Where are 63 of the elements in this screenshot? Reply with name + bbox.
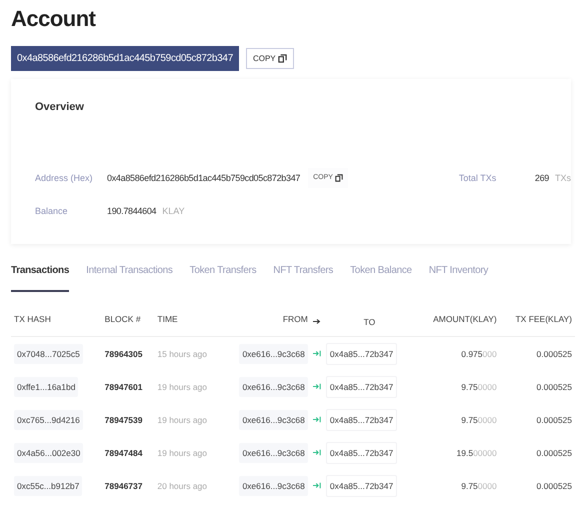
copy-icon [334, 174, 343, 182]
balance-value: 190.7844604 [107, 206, 156, 216]
to-address-link[interactable]: 0x4a85...72b347 [326, 342, 398, 364]
column-header: TO [322, 307, 416, 336]
column-header: FROM [221, 307, 311, 336]
table-cell-text: 0.000525 [536, 446, 573, 460]
table-cell-text: 19 hours ago [156, 380, 208, 394]
tx-hash-link[interactable]: 0xc765...9d4216 [14, 410, 83, 430]
column-header: TX HASH [11, 307, 102, 336]
column-header: AMOUNT(KLAY) [416, 307, 500, 336]
tx-hash-link[interactable]: 0xc55c...b912b7 [14, 476, 82, 496]
tx-hash-link[interactable]: 0x4a56...002e30 [14, 442, 84, 462]
balance-label: Balance [35, 206, 69, 216]
from-address-link[interactable]: 0xe616...9c3c68 [239, 476, 308, 496]
table-cell-text: 0.000525 [536, 380, 573, 394]
to-address-link[interactable]: 0x4a85...72b347 [326, 408, 398, 430]
total-txs-value: 269 [534, 172, 549, 182]
table-cell-text: 0.000525 [536, 414, 573, 426]
tab[interactable]: Transactions [11, 259, 70, 292]
arrow-right-icon [312, 318, 321, 324]
to-address-link[interactable]: 0x4a85...72b347 [326, 376, 398, 398]
to-address-link[interactable]: 0x4a85...72b347 [326, 474, 398, 496]
column-header: TX FEE(KLAY) [500, 307, 575, 336]
tx-hash-link[interactable]: 0xffe1...16a1bd [14, 376, 78, 396]
table-cell: 78964305 [102, 336, 154, 370]
table-cell-text: 78947601 [104, 380, 144, 394]
incoming-arrow-icon [312, 482, 321, 488]
tx-hash-link[interactable]: 0x7048...7025c5 [14, 344, 83, 364]
from-address-link[interactable]: 0xe616...9c3c68 [239, 410, 308, 430]
from-address-link[interactable]: 0xe616...9c3c68 [239, 344, 308, 364]
table-cell: 0.000525 [500, 336, 575, 370]
incoming-arrow-icon [312, 448, 321, 456]
account-address: 0x4a8586efd216286b5d1ac445b759cd05c872b347 [11, 46, 239, 71]
table-cell-text: 9.750000 [460, 480, 498, 492]
from-address-link[interactable]: 0xe616...9c3c68 [239, 376, 308, 396]
table-cell-text: 19 hours ago [156, 414, 208, 427]
table-cell-text: 0.000525 [536, 480, 573, 492]
table-cell-text: 19 hours ago [156, 446, 208, 460]
incoming-arrow-icon [312, 382, 321, 390]
table-cell-text: 78946737 [104, 480, 144, 492]
copy-button[interactable]: COPY [246, 48, 294, 69]
table-cell-text: 19.500000 [456, 446, 498, 460]
table-cell-text: 78947539 [104, 414, 144, 426]
table-cell-text: 78947484 [104, 446, 144, 460]
table-cell: 15 hours ago [154, 336, 222, 370]
table-cell: 0.975000 [416, 336, 500, 370]
copy-icon [278, 54, 287, 63]
column-header: TIME [154, 307, 222, 336]
total-txs-unit: TXs [554, 172, 571, 182]
incoming-arrow-icon [312, 416, 321, 422]
page-title: Account [11, 6, 97, 33]
address-label: Address (Hex) [35, 172, 94, 182]
column-header: BLOCK # [102, 307, 154, 336]
balance-unit: KLAY [162, 206, 185, 216]
total-txs-label: Total TXs [458, 172, 498, 182]
from-address-link[interactable]: 0xe616...9c3c68 [239, 442, 308, 462]
table-cell-text: 20 hours ago [156, 480, 208, 493]
table-cell-text: 9.750000 [460, 380, 498, 394]
incoming-arrow-icon [312, 350, 321, 356]
to-address-link[interactable]: 0x4a85...72b347 [326, 442, 398, 464]
address-value: 0x4a8586efd216286b5d1ac445b759cd05c872b347 [107, 172, 300, 182]
table-cell-text: 9.750000 [460, 414, 498, 426]
overview-title: Overview [35, 101, 85, 113]
